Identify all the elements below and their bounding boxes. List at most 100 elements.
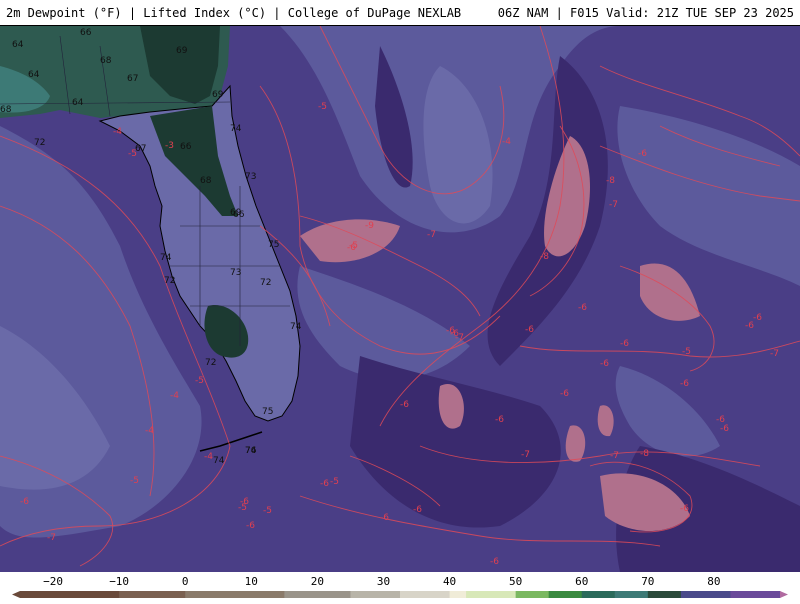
dewpoint-label: 66 (180, 142, 192, 152)
lifted-index-label: -4 (170, 391, 179, 401)
lifted-index-label: -6 (560, 389, 569, 399)
colorbar-segment (746, 591, 764, 598)
lifted-index-label: -6 (525, 325, 534, 335)
lifted-index-label: -5 (238, 503, 247, 513)
colorbar-segment (185, 591, 203, 598)
dewpoint-label: 73 (245, 172, 256, 182)
lifted-index-label: -4 (204, 452, 213, 462)
dewpoint-label: 67 (127, 74, 138, 84)
colorbar-tick-label: 20 (311, 575, 324, 588)
colorbar-segment (218, 591, 236, 598)
colorbar-tick-label: 0 (182, 575, 189, 588)
colorbar-segment (598, 591, 616, 598)
colorbar-tick-label: −20 (43, 575, 63, 588)
colorbar-ticks: −20 −10 0 10 20 30 40 50 60 70 80 (43, 575, 720, 588)
dewpoint-label: 74 (160, 253, 172, 263)
map-svg: -4-5-3-4-5-6 -6-5-4-5-6-5-9-7-5-8-6-6-8-6… (0, 26, 800, 572)
lifted-index-label: -8 (640, 449, 649, 459)
colorbar: −20 −10 0 10 20 30 40 50 60 70 80 (0, 572, 800, 600)
colorbar-segment (664, 591, 682, 598)
colorbar-segment (234, 591, 252, 598)
lifted-index-label: -4 (113, 127, 122, 137)
colorbar-tick-label: 70 (641, 575, 654, 588)
colorbar-segment (763, 591, 781, 598)
colorbar-tick-label: 50 (509, 575, 522, 588)
dewpoint-label: 67 (135, 144, 146, 154)
dewpoint-label: 72 (205, 358, 216, 368)
colorbar-segment (433, 591, 451, 598)
colorbar-segment (416, 591, 434, 598)
dewpoint-label: 68 (0, 105, 12, 115)
dewpoint-label: 72 (34, 138, 45, 148)
colorbar-segment (614, 591, 632, 598)
dewpoint-label: 74 (290, 322, 302, 332)
colorbar-segment (284, 591, 302, 598)
colorbar-segment (383, 591, 401, 598)
lifted-index-label: -9 (365, 221, 374, 231)
dewpoint-label: 68 (200, 176, 212, 186)
lifted-index-label: -5 (349, 241, 358, 251)
colorbar-svg: −20 −10 0 10 20 30 40 50 60 70 80 (12, 575, 788, 598)
colorbar-segment (565, 591, 583, 598)
dewpoint-label: 69 (212, 90, 224, 100)
colorbar-left-arrow (12, 591, 20, 598)
colorbar-segment (69, 591, 87, 598)
lifted-index-label: -6 (620, 339, 629, 349)
colorbar-segment (53, 591, 71, 598)
lifted-index-label: -6 (413, 505, 422, 515)
colorbar-segment (350, 591, 368, 598)
lifted-index-label: -8 (540, 252, 549, 262)
lifted-index-label: -4 (502, 137, 511, 147)
lifted-index-label: -5 (330, 477, 339, 487)
lifted-index-label: -6 (320, 479, 329, 489)
lifted-index-label: -7 (521, 450, 530, 460)
lifted-index-label: -7 (47, 533, 56, 543)
colorbar-segment (400, 591, 418, 598)
colorbar-segment (680, 591, 698, 598)
lifted-index-label: -5 (318, 102, 327, 112)
map-panel[interactable]: -4 -5 -3 -4 -5 -6 -6 -5 -4 -5 -6 -5 -9 -7 -5 -8 -6 -6 -8 -6… (0, 26, 800, 572)
product-title: 2m Dewpoint (°F) | Lifted Index (°C) | C… (6, 6, 462, 20)
lifted-index-label: -7 (770, 349, 779, 359)
colorbar-segment (466, 591, 484, 598)
colorbar-segment (152, 591, 170, 598)
colorbar-segment (267, 591, 285, 598)
dewpoint-label: 64 (28, 70, 40, 80)
colorbar-tick-label: 40 (443, 575, 456, 588)
header-bar: 2m Dewpoint (°F) | Lifted Index (°C) | C… (0, 0, 800, 26)
lifted-index-label: -6 (720, 424, 729, 434)
lifted-index-label: -6 (495, 415, 504, 425)
colorbar-segment (135, 591, 153, 598)
lifted-index-label: -6 (246, 521, 255, 531)
lifted-index-label: -4 (145, 426, 154, 436)
dewpoint-label: 75 (262, 407, 273, 417)
dewpoint-label: 74 (213, 456, 225, 466)
dewpoint-label: 64 (72, 98, 84, 108)
colorbar-segment (647, 591, 665, 598)
colorbar-segment (697, 591, 715, 598)
colorbar-segment (581, 591, 599, 598)
colorbar-segment (631, 591, 649, 598)
colorbar-segment (102, 591, 120, 598)
model-valid-time: 06Z NAM | F015 Valid: 21Z TUE SEP 23 202… (497, 6, 794, 20)
colorbar-segment (36, 591, 54, 598)
lifted-index-label: -7 (427, 230, 436, 240)
lifted-index-label: -6 (638, 149, 647, 159)
colorbar-right-arrow (780, 591, 788, 598)
dewpoint-label: 64 (12, 40, 24, 50)
colorbar-segment (482, 591, 500, 598)
colorbar-segment (515, 591, 533, 598)
colorbar-tick-label: 30 (377, 575, 390, 588)
lifted-index-label: -6 (20, 497, 29, 507)
lifted-index-label: -6 (578, 303, 587, 313)
colorbar-segment (300, 591, 318, 598)
colorbar-segment (168, 591, 186, 598)
lifted-index-label: -6 (490, 557, 499, 567)
dewpoint-label: 74 (230, 124, 242, 134)
colorbar-segment (532, 591, 550, 598)
lifted-index-label: -6 (680, 379, 689, 389)
colorbar-segment (119, 591, 137, 598)
colorbar-segment (20, 591, 38, 598)
colorbar-tick-label: 10 (245, 575, 258, 588)
dewpoint-label: 66 (80, 28, 92, 38)
